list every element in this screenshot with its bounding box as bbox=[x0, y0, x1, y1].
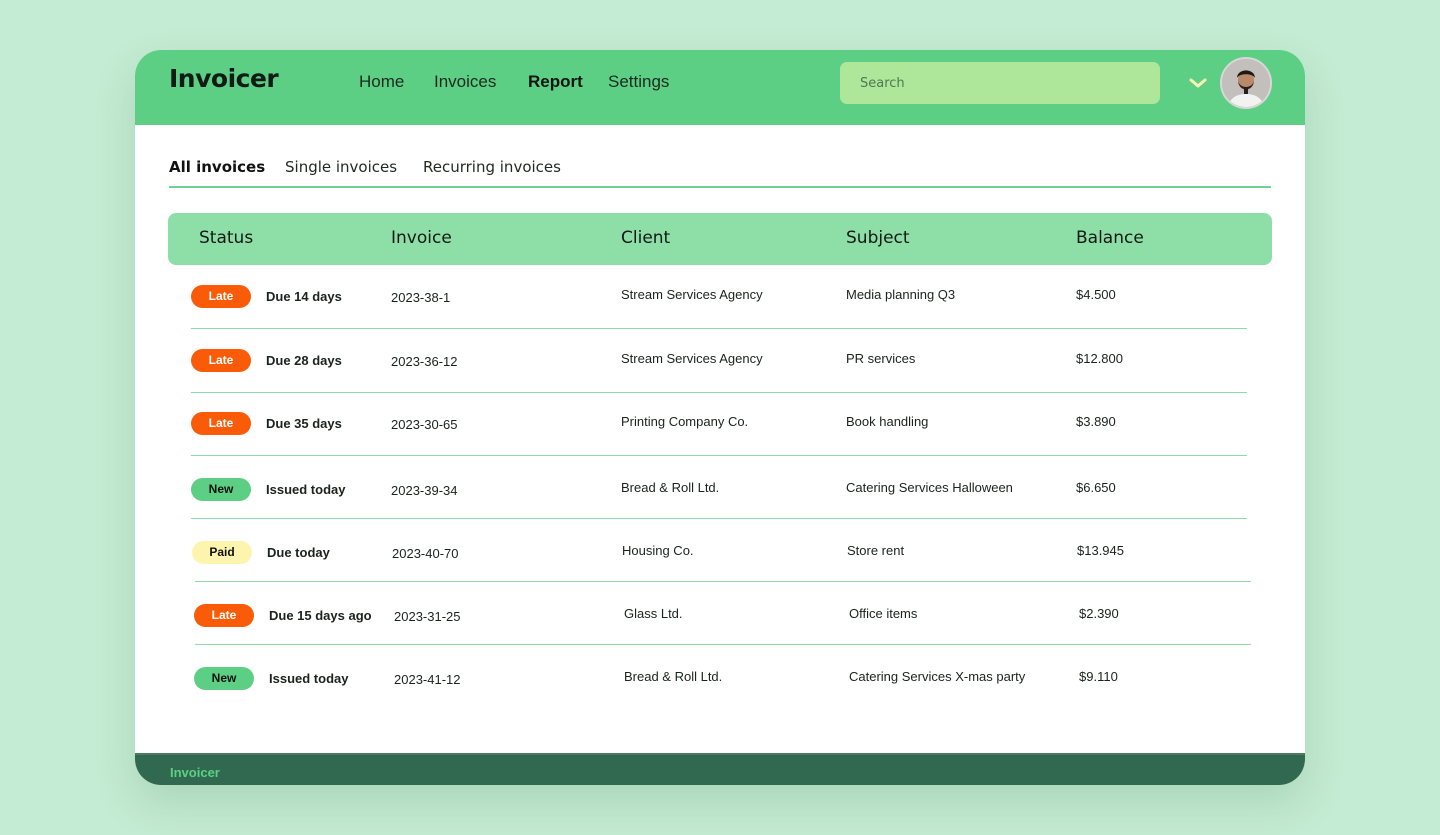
client-name: Stream Services Agency bbox=[621, 287, 763, 302]
table-row[interactable]: Late Due 35 days 2023-30-65 Printing Compan… bbox=[135, 405, 1305, 468]
status-badge[interactable]: Late bbox=[194, 604, 254, 627]
nav-settings-label: Settings bbox=[608, 72, 670, 91]
balance-value: $9.110 bbox=[1079, 669, 1118, 684]
row-divider bbox=[191, 328, 1247, 329]
nav-report[interactable]: Report bbox=[522, 72, 589, 94]
table-row[interactable]: Late Due 15 days ago 2023-31-25 Glass Ltd. O… bbox=[135, 594, 1305, 657]
client-name: Stream Services Agency bbox=[621, 351, 763, 366]
table-row[interactable]: New Issued today 2023-39-34 Bread & Roll Lt… bbox=[135, 468, 1305, 531]
avatar-photo-icon bbox=[1222, 59, 1270, 107]
invoice-number[interactable]: 2023-40-70 bbox=[392, 546, 459, 561]
tab-recurring-invoices[interactable]: Recurring invoices bbox=[423, 158, 561, 176]
nav-home-label: Home bbox=[359, 72, 405, 91]
nav-report-label: Report bbox=[528, 72, 583, 91]
client-name: Bread & Roll Ltd. bbox=[621, 480, 720, 495]
subject-text: Catering Services Halloween bbox=[846, 480, 1013, 495]
row-divider bbox=[195, 581, 1251, 582]
due-text: Issued today bbox=[266, 482, 346, 497]
balance-value: $13.945 bbox=[1077, 543, 1124, 558]
nav-invoices[interactable]: Invoices bbox=[434, 72, 496, 92]
user-avatar[interactable] bbox=[1220, 57, 1272, 109]
balance-value: $4.500 bbox=[1076, 287, 1116, 302]
client-name: Bread & Roll Ltd. bbox=[624, 669, 723, 684]
balance-value: $6.650 bbox=[1076, 480, 1116, 495]
subject-text: Store rent bbox=[847, 543, 905, 558]
table-header: Status Invoice Client Subject Balance bbox=[168, 213, 1272, 265]
status-badge[interactable]: Paid bbox=[192, 541, 252, 564]
table-row[interactable]: Late Due 14 days 2023-38-1 Stream Services … bbox=[135, 278, 1305, 341]
app-logo[interactable]: Invoicer bbox=[169, 64, 279, 93]
invoice-number[interactable]: 2023-39-34 bbox=[391, 483, 458, 498]
row-divider bbox=[191, 518, 1247, 519]
client-name: Glass Ltd. bbox=[624, 606, 683, 621]
row-divider bbox=[191, 392, 1247, 393]
invoice-number[interactable]: 2023-30-65 bbox=[391, 417, 458, 432]
subject-text: PR services bbox=[846, 351, 916, 366]
subject-text: Media planning Q3 bbox=[846, 287, 956, 302]
balance-value: $12.800 bbox=[1076, 351, 1123, 366]
subject-text: Book handling bbox=[846, 414, 929, 429]
table-row[interactable]: New Issued today 2023-41-12 Bread & Roll Lt… bbox=[135, 657, 1305, 720]
column-header-balance[interactable]: Balance bbox=[1076, 228, 1144, 248]
search-input[interactable] bbox=[840, 62, 1160, 104]
status-badge[interactable]: New bbox=[194, 667, 254, 690]
tab-single-invoices[interactable]: Single invoices bbox=[285, 158, 397, 176]
top-bar: Invoicer Home Invoices Report Settings bbox=[135, 50, 1305, 125]
nav-home[interactable]: Home bbox=[359, 72, 404, 92]
status-badge[interactable]: New bbox=[191, 478, 251, 501]
footer-logo: Invoicer bbox=[170, 765, 220, 780]
subject-text: Office items bbox=[849, 606, 918, 621]
due-text: Due 35 days bbox=[266, 416, 342, 431]
due-text: Due 14 days bbox=[266, 289, 342, 304]
table-row[interactable]: Paid Due today 2023-40-70 Housing Co. Store … bbox=[135, 531, 1305, 594]
invoice-number[interactable]: 2023-36-12 bbox=[391, 354, 458, 369]
app-window: Invoicer Home Invoices Report Settings A… bbox=[135, 50, 1305, 785]
client-name: Housing Co. bbox=[622, 543, 694, 558]
balance-value: $3.890 bbox=[1076, 414, 1116, 429]
invoice-number[interactable]: 2023-31-25 bbox=[394, 609, 461, 624]
invoice-tabs: All invoices Single invoices Recurring i… bbox=[169, 156, 1271, 188]
column-header-subject[interactable]: Subject bbox=[846, 228, 910, 248]
due-text: Issued today bbox=[269, 671, 349, 686]
row-divider bbox=[191, 455, 1247, 456]
client-name: Printing Company Co. bbox=[621, 414, 749, 429]
balance-value: $2.390 bbox=[1079, 606, 1119, 621]
chevron-down-icon[interactable] bbox=[1188, 75, 1208, 91]
due-text: Due 15 days ago bbox=[269, 608, 372, 623]
subject-text: Catering Services X-mas party bbox=[849, 669, 1026, 684]
column-header-status[interactable]: Status bbox=[199, 228, 253, 248]
nav-invoices-label: Invoices bbox=[434, 72, 497, 91]
invoice-number[interactable]: 2023-38-1 bbox=[391, 290, 450, 305]
status-badge[interactable]: Late bbox=[191, 412, 251, 435]
column-header-invoice[interactable]: Invoice bbox=[391, 228, 452, 248]
column-header-client[interactable]: Client bbox=[621, 228, 670, 248]
status-badge[interactable]: Late bbox=[191, 349, 251, 372]
due-text: Due 28 days bbox=[266, 353, 342, 368]
tab-all-invoices[interactable]: All invoices bbox=[169, 158, 265, 176]
status-badge[interactable]: Late bbox=[191, 285, 251, 308]
row-divider bbox=[195, 644, 1251, 645]
invoice-number[interactable]: 2023-41-12 bbox=[394, 672, 461, 687]
nav-settings[interactable]: Settings bbox=[608, 72, 669, 92]
due-text: Due today bbox=[267, 545, 330, 560]
footer: Invoicer bbox=[135, 753, 1305, 785]
table-row[interactable]: Late Due 28 days 2023-36-12 Stream Services… bbox=[135, 342, 1305, 405]
